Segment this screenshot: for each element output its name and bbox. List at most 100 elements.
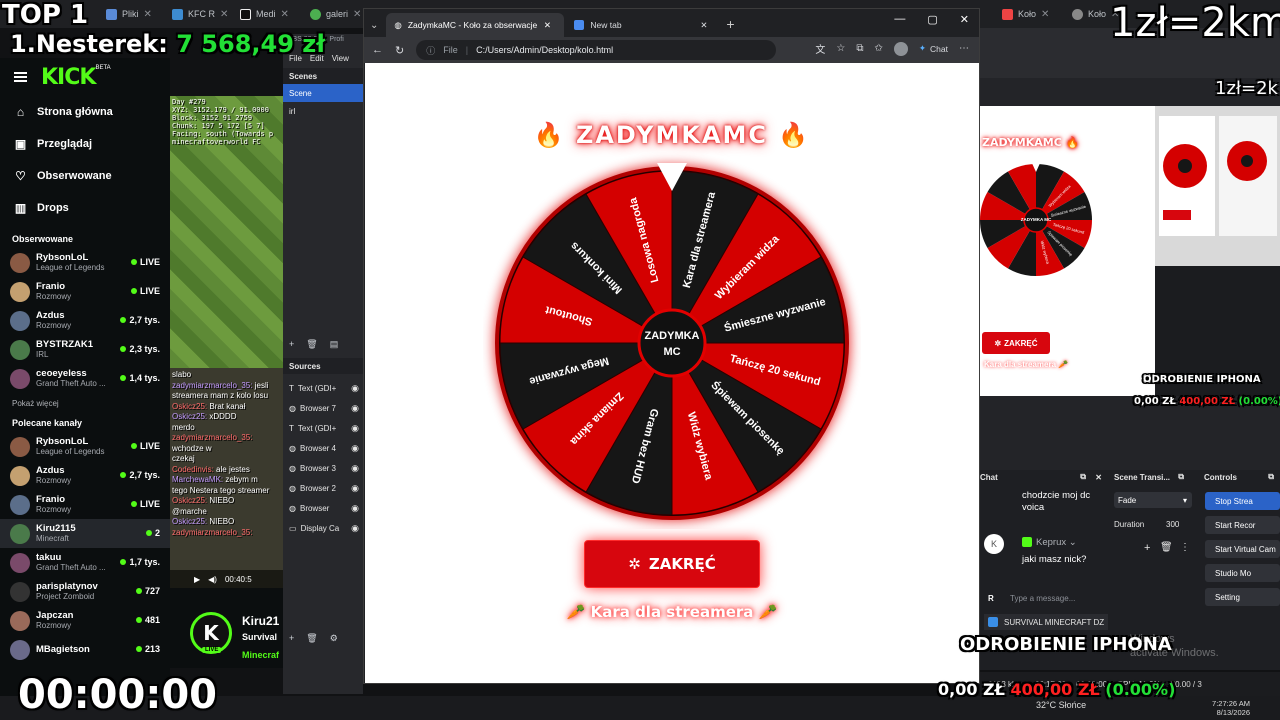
channel-item[interactable]: MBagietson 213 xyxy=(0,635,170,664)
more-icon[interactable]: ⋮ xyxy=(1180,542,1190,553)
nav-item[interactable]: ⌂ Strona główna xyxy=(0,96,170,128)
close-icon[interactable]: ✕ xyxy=(144,9,152,20)
add-icon[interactable]: + xyxy=(289,339,294,349)
mini-spin-button[interactable]: ✲ ZAKRĘĆ xyxy=(982,332,1050,354)
nav-item[interactable]: ♡ Obserwowane xyxy=(0,160,170,192)
play-icon[interactable]: ▶ xyxy=(194,575,200,584)
chat-username[interactable]: Keprux ⌄ xyxy=(1022,537,1077,549)
eye-icon[interactable]: ◉ xyxy=(351,523,359,534)
add-tab-icon[interactable]: + xyxy=(718,16,742,37)
filter-icon[interactable]: ▤ xyxy=(330,339,339,350)
trash-icon[interactable]: 🗑 xyxy=(306,633,317,644)
duration-value[interactable]: 300 xyxy=(1166,520,1179,529)
tab-search-icon[interactable]: ⌄ xyxy=(368,20,384,37)
bg-tab[interactable]: Medi ✕ xyxy=(234,4,300,24)
maximize-icon[interactable]: ▢ xyxy=(927,13,937,26)
start-virtual-cam-button[interactable]: Start Virtual Cam xyxy=(1205,540,1280,558)
close-icon[interactable]: ✕ xyxy=(220,9,228,20)
channel-item[interactable]: RybsonLoL League of Legends LIVE xyxy=(0,432,170,461)
source-item[interactable]: T Text (GDI+ ◉ xyxy=(283,378,363,398)
popout-icon[interactable]: ⧉ xyxy=(1178,472,1184,482)
streamer-name[interactable]: Kiru21 xyxy=(242,614,279,628)
close-icon[interactable]: ✕ xyxy=(281,9,289,20)
add-transition-icon[interactable]: + xyxy=(1144,542,1150,554)
close-window-icon[interactable]: ✕ xyxy=(960,13,969,26)
eye-icon[interactable]: ◉ xyxy=(351,403,359,414)
eye-icon[interactable]: ◉ xyxy=(351,463,359,474)
source-item[interactable]: ◍ Browser 3 ◉ xyxy=(283,458,363,478)
chat-input[interactable]: R Type a message... xyxy=(984,590,1104,606)
goal-progress-small: 0,00 ZŁ 400,00 ZŁ (0.00%) xyxy=(1134,396,1280,407)
source-item[interactable]: ◍ Browser 7 ◉ xyxy=(283,398,363,418)
source-item[interactable]: ◍ Browser 4 ◉ xyxy=(283,438,363,458)
channel-item[interactable]: Kiru2115 Minecraft 2 xyxy=(0,519,170,548)
nav-item[interactable]: ▥ Drops xyxy=(0,192,170,224)
close-icon[interactable]: ✕ xyxy=(544,20,551,31)
eye-icon[interactable]: ◉ xyxy=(351,443,359,454)
channel-item[interactable]: parisplatynov Project Zomboid 727 xyxy=(0,577,170,606)
show-more-link[interactable]: Pokaż więcej xyxy=(0,393,170,416)
spin-button[interactable]: ✲ ZAKRĘĆ xyxy=(584,540,760,588)
extensions-icon[interactable]: ⧉ xyxy=(856,43,863,54)
transitions-dock-header: Scene Transi... ⧉ xyxy=(1114,472,1184,482)
eye-icon[interactable]: ◉ xyxy=(351,503,359,514)
prize-wheel[interactable]: Kara dla streameraWybieram widzaŚmieszne… xyxy=(483,151,861,529)
url-bar[interactable]: ⓘ File | C:/Users/Admin/Desktop/kolo.htm… xyxy=(416,40,777,60)
source-item[interactable]: T Text (GDI+ ◉ xyxy=(283,418,363,438)
reload-icon[interactable]: ↻ xyxy=(395,44,404,57)
menu-view[interactable]: View xyxy=(332,54,349,68)
channel-item[interactable]: Azdus Rozmowy 2,7 tys. xyxy=(0,306,170,335)
channel-item[interactable]: takuu Grand Theft Auto ... 1,7 tys. xyxy=(0,548,170,577)
channel-item[interactable]: BYSTRZAK1 IRL 2,3 tys. xyxy=(0,335,170,364)
gear-icon[interactable]: ⚙ xyxy=(330,633,338,644)
chat-text: streamera mam z kolo losu xyxy=(172,391,269,400)
eye-icon[interactable]: ◉ xyxy=(351,383,359,394)
source-item[interactable]: ◍ Browser 2 ◉ xyxy=(283,478,363,498)
bg-tab[interactable]: KFC R ✕ xyxy=(166,4,228,24)
minimize-icon[interactable]: — xyxy=(894,13,905,26)
eye-icon[interactable]: ◉ xyxy=(351,483,359,494)
popout-icon[interactable]: ⧉ xyxy=(1080,472,1086,482)
back-icon[interactable]: ← xyxy=(372,44,383,56)
bg-tab[interactable]: Koło ✕ xyxy=(996,4,1058,24)
menu-icon[interactable] xyxy=(14,72,27,82)
stream-category[interactable]: Minecraf xyxy=(242,650,279,660)
close-icon[interactable]: ✕ xyxy=(1095,473,1102,482)
tab-zadymkamc[interactable]: ◍ ZadymkaMC - Koło za obserwacje ✕ xyxy=(386,13,565,37)
source-item[interactable]: ▭ Display Ca ◉ xyxy=(283,518,363,538)
popout-icon[interactable]: ⧉ xyxy=(1268,472,1274,482)
trash-icon[interactable]: 🗑 xyxy=(1160,542,1173,553)
profile-avatar[interactable] xyxy=(893,41,908,56)
start-recording-button[interactable]: Start Recor xyxy=(1205,516,1280,534)
bg-tab[interactable]: galeri ✕ xyxy=(304,4,364,24)
eye-icon[interactable]: ◉ xyxy=(351,423,359,434)
translate-icon[interactable]: 文 xyxy=(815,41,825,56)
close-icon[interactable]: ✕ xyxy=(353,9,361,20)
scene-item[interactable]: Scene xyxy=(283,84,363,102)
star-icon[interactable]: ☆ xyxy=(836,43,845,54)
bg-tab[interactable]: Pliki ✕ xyxy=(100,4,160,24)
settings-button[interactable]: Setting xyxy=(1205,588,1280,606)
kick-logo[interactable]: KICKBETA xyxy=(41,65,111,90)
nav-item[interactable]: ▣ Przeglądaj xyxy=(0,128,170,160)
volume-icon[interactable]: ◀) xyxy=(208,575,217,584)
tab-new[interactable]: New tab ✕ xyxy=(566,13,716,37)
favorites-icon[interactable]: ✩ xyxy=(875,43,883,54)
channel-item[interactable]: RybsonLoL League of Legends LIVE xyxy=(0,248,170,277)
studio-mode-button[interactable]: Studio Mo xyxy=(1205,564,1280,582)
channel-item[interactable]: Japczan Rozmowy 481 xyxy=(0,606,170,635)
stop-streaming-button[interactable]: Stop Strea xyxy=(1205,492,1280,510)
add-icon[interactable]: + xyxy=(289,633,294,643)
scene-item[interactable]: irl xyxy=(283,102,363,120)
channel-item[interactable]: Franio Rozmowy LIVE xyxy=(0,277,170,306)
channel-item[interactable]: Azdus Rozmowy 2,7 tys. xyxy=(0,461,170,490)
copilot-chat-button[interactable]: ✦ Chat xyxy=(919,43,948,54)
source-item[interactable]: ◍ Browser ◉ xyxy=(283,498,363,518)
transition-select[interactable]: Fade ▾ xyxy=(1114,492,1192,508)
more-icon[interactable]: ⋯ xyxy=(959,43,969,54)
close-icon[interactable]: ✕ xyxy=(700,20,707,31)
trash-icon[interactable]: 🗑 xyxy=(306,339,317,350)
close-icon[interactable]: ✕ xyxy=(1041,9,1049,20)
channel-item[interactable]: Franio Rozmowy LIVE xyxy=(0,490,170,519)
channel-item[interactable]: ceoeyeless Grand Theft Auto ... 1,4 tys. xyxy=(0,364,170,393)
